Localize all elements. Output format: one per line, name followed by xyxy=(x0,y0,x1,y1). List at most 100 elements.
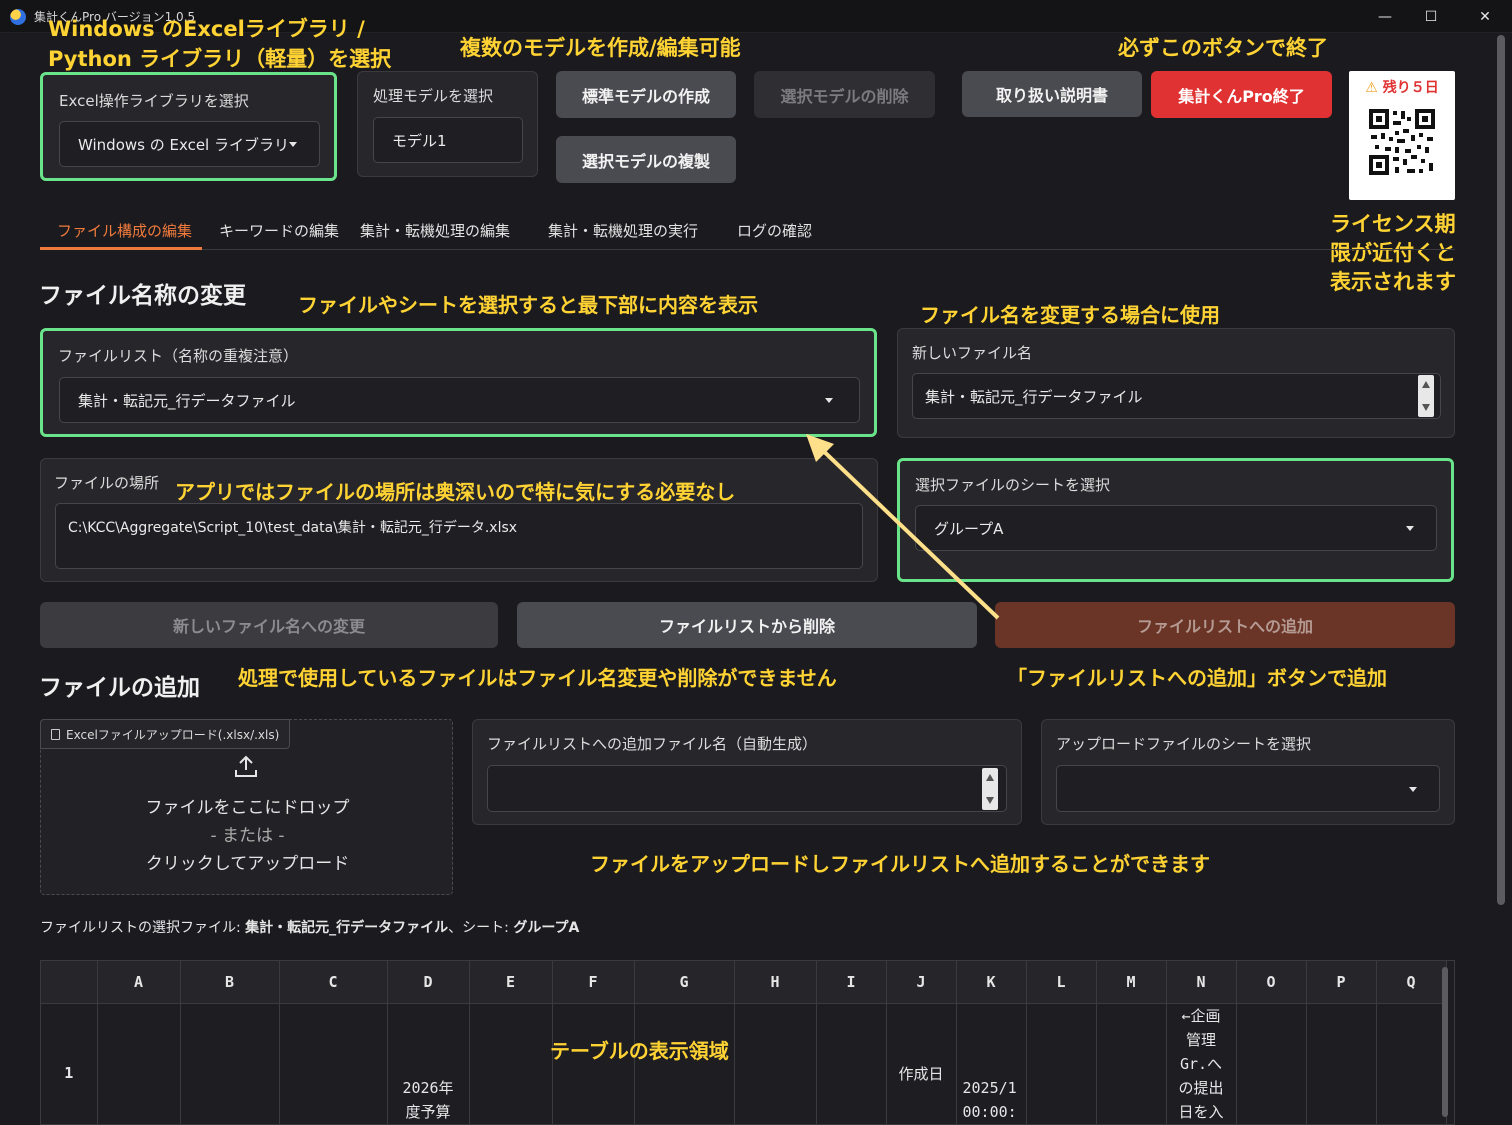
table-cell[interactable] xyxy=(1026,1002,1097,1124)
file-list-panel: ファイルリスト（名称の重複注意） 集計・転記元_行データファイル xyxy=(40,328,877,437)
page-scrollbar[interactable] xyxy=(1497,35,1505,905)
dropzone-line1: ファイルをここにドロップ xyxy=(145,798,350,818)
upload-sheet-label: アップロードファイルのシートを選択 xyxy=(1056,735,1312,753)
table-cell[interactable] xyxy=(816,1002,887,1124)
column-header[interactable]: E xyxy=(469,961,553,1003)
tab-keywords[interactable]: キーワードの編集 xyxy=(219,220,339,241)
table-cell[interactable] xyxy=(180,1002,280,1124)
table-cell[interactable]: 2025/1 00:00: xyxy=(956,1002,1027,1124)
cell-text: の提出 xyxy=(1178,1078,1224,1097)
table-cell[interactable]: ←企画 管理 Gr.へ の提出 日を入 xyxy=(1166,1002,1237,1124)
cell-text: 2025/1 xyxy=(962,1078,1017,1097)
table-cell[interactable] xyxy=(552,1002,635,1124)
column-header[interactable]: K xyxy=(956,961,1027,1003)
column-header[interactable]: G xyxy=(634,961,735,1003)
cell-text: Gr.へ xyxy=(1179,1054,1223,1073)
maximize-icon[interactable]: ☐ xyxy=(1408,0,1454,33)
data-table: A B C D E F G H I J K L M N O P Q 1 2026… xyxy=(41,961,1447,1124)
add-to-list-button[interactable]: ファイルリストへの追加 xyxy=(995,602,1455,648)
add-name-panel: ファイルリストへの追加ファイル名（自動生成） xyxy=(472,719,1022,825)
annotation-upload: ファイルをアップロードしファイルリストへ追加することができます xyxy=(590,852,1210,876)
selection-status-prefix: ファイルリストの選択ファイル: xyxy=(40,920,246,936)
table-cell[interactable] xyxy=(1096,1002,1167,1124)
add-section-title: ファイルの追加 xyxy=(39,675,200,701)
annotation-library-line1: Windows のExcelライブラリ / xyxy=(48,17,365,41)
upload-dropzone[interactable]: Excelファイルアップロード(.xlsx/.xls) ファイルをここにドロップ… xyxy=(40,719,453,895)
upload-sheet-select[interactable] xyxy=(1056,765,1440,812)
annotation-arrow-icon xyxy=(806,434,1000,620)
minimize-icon[interactable]: — xyxy=(1362,0,1408,33)
create-model-button[interactable]: 標準モデルの作成 xyxy=(556,71,736,118)
column-header[interactable]: N xyxy=(1166,961,1237,1003)
column-header[interactable]: C xyxy=(279,961,388,1003)
annotation-license: ライセンス期 限が近付くと 表示されます xyxy=(1330,210,1456,297)
file-list-select[interactable]: 集計・転記元_行データファイル xyxy=(59,377,860,423)
model-label: 処理モデルを選択 xyxy=(373,87,494,105)
location-label: ファイルの場所 xyxy=(54,474,160,492)
table-cell[interactable] xyxy=(279,1002,388,1124)
table-cell[interactable] xyxy=(97,1002,181,1124)
column-header[interactable]: I xyxy=(816,961,887,1003)
library-panel: Excel操作ライブラリを選択 Windows の Excel ライブラリ xyxy=(40,72,337,181)
spinner-icon[interactable] xyxy=(982,767,998,810)
license-badge: ⚠ 残り５日 xyxy=(1349,77,1455,97)
column-header[interactable]: O xyxy=(1236,961,1307,1003)
table-cell[interactable] xyxy=(1236,1002,1307,1124)
duplicate-model-button[interactable]: 選択モデルの複製 xyxy=(556,136,736,183)
tab-log[interactable]: ログの確認 xyxy=(737,220,812,241)
annotation-add: 「ファイルリストへの追加」ボタンで追加 xyxy=(1007,666,1387,690)
table-scrollbar[interactable] xyxy=(1442,967,1448,1117)
upload-tab-label: Excelファイルアップロード(.xlsx/.xls) xyxy=(66,727,280,742)
column-header[interactable]: M xyxy=(1096,961,1167,1003)
annotation-rename: ファイル名を変更する場合に使用 xyxy=(920,303,1220,327)
model-select[interactable]: モデル1 xyxy=(373,117,523,163)
new-name-label: 新しいファイル名 xyxy=(912,344,1033,362)
quit-button[interactable]: 集計くんPro終了 xyxy=(1151,71,1332,118)
cell-text: ←企画 xyxy=(1181,1006,1221,1025)
column-header xyxy=(41,961,98,1003)
table-cell[interactable] xyxy=(734,1002,817,1124)
table-cell[interactable] xyxy=(1376,1002,1447,1124)
column-header[interactable]: P xyxy=(1306,961,1377,1003)
location-value: C:\KCC\Aggregate\Script_10\test_data\集計・… xyxy=(68,520,518,536)
table-cell[interactable] xyxy=(634,1002,735,1124)
tab-process-run[interactable]: 集計・転機処理の実行 xyxy=(548,220,698,241)
new-name-input-value: 集計・転記元_行データファイル xyxy=(925,387,1143,406)
add-name-input[interactable] xyxy=(487,765,1007,812)
dropzone-line2: - または - xyxy=(210,826,285,846)
tab-process-edit[interactable]: 集計・転機処理の編集 xyxy=(360,220,510,241)
column-header[interactable]: B xyxy=(180,961,280,1003)
model-select-value: モデル1 xyxy=(392,131,447,150)
manual-button[interactable]: 取り扱い説明書 xyxy=(962,71,1142,117)
table-header-row: A B C D E F G H I J K L M N O P Q xyxy=(41,961,1447,1003)
qr-code-icon xyxy=(1367,107,1437,177)
table-cell[interactable] xyxy=(1306,1002,1377,1124)
column-header[interactable]: L xyxy=(1026,961,1097,1003)
annotation-library-line2: Python ライブラリ（軽量）を選択 xyxy=(48,47,392,71)
annotation-license-line2: 限が近付くと xyxy=(1330,241,1456,265)
rename-section-title: ファイル名称の変更 xyxy=(39,283,246,309)
new-name-input[interactable]: 集計・転記元_行データファイル xyxy=(912,373,1441,419)
new-name-panel: 新しいファイル名 集計・転記元_行データファイル xyxy=(897,328,1455,438)
table-cell[interactable]: 作成日 xyxy=(886,1002,957,1124)
column-header[interactable]: Q xyxy=(1376,961,1447,1003)
dropzone-text: ファイルをここにドロップ - または - クリックしてアップロード xyxy=(41,794,454,878)
app-icon xyxy=(10,9,26,25)
column-header[interactable]: F xyxy=(552,961,635,1003)
spinner-icon[interactable] xyxy=(1418,375,1434,417)
column-header[interactable]: D xyxy=(387,961,470,1003)
delete-model-button[interactable]: 選択モデルの削除 xyxy=(754,71,935,118)
library-select[interactable]: Windows の Excel ライブラリ xyxy=(59,121,320,167)
selection-status-middle: 、シート: xyxy=(448,920,514,936)
table-cell[interactable]: 2026年 度予算 xyxy=(387,1002,470,1124)
annotation-license-line1: ライセンス期 xyxy=(1330,212,1456,236)
chevron-down-icon xyxy=(1409,786,1417,792)
column-header[interactable]: A xyxy=(97,961,181,1003)
rename-button[interactable]: 新しいファイル名への変更 xyxy=(40,602,498,648)
column-header[interactable]: H xyxy=(734,961,817,1003)
column-header[interactable]: J xyxy=(886,961,957,1003)
tab-file-structure[interactable]: ファイル構成の編集 xyxy=(57,220,192,241)
annotation-select: ファイルやシートを選択すると最下部に内容を表示 xyxy=(298,293,758,317)
table-cell[interactable] xyxy=(469,1002,553,1124)
close-icon[interactable]: ✕ xyxy=(1462,0,1508,33)
